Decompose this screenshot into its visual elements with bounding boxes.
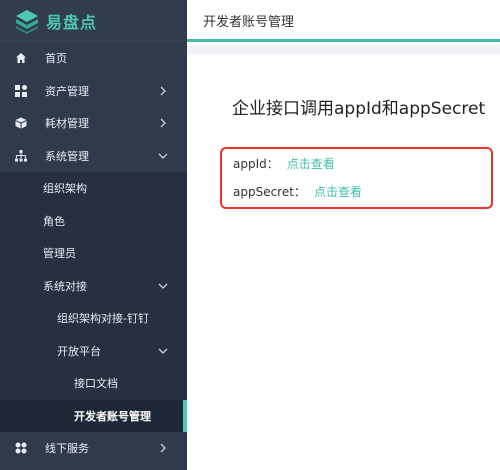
- sidebar-item-org-structure[interactable]: 组织架构: [0, 172, 187, 205]
- sidebar: 易盘点 首页 资产管理 耗材管理 系统管理 组织架构 角色 管理员 系统对接 组…: [0, 0, 187, 470]
- view-app-id-link[interactable]: 点击查看: [287, 157, 335, 171]
- logo-text: 易盘点: [46, 12, 98, 32]
- sidebar-item-offline-service[interactable]: 线下服务: [0, 432, 187, 465]
- credentials-box: appId： 点击查看 appSecret： 点击查看: [220, 147, 493, 209]
- sidebar-menu: 首页 资产管理 耗材管理 系统管理 组织架构 角色 管理员 系统对接 组织架构对…: [0, 42, 187, 465]
- app-id-row: appId： 点击查看: [233, 155, 335, 172]
- view-app-secret-link[interactable]: 点击查看: [314, 185, 362, 199]
- logo-icon: [16, 9, 38, 34]
- asset-grid-icon: [15, 84, 27, 97]
- chevron-right-icon: [160, 443, 166, 453]
- sidebar-item-assets[interactable]: 资产管理: [0, 75, 187, 108]
- service-icon: [15, 442, 27, 454]
- chevron-down-icon: [158, 283, 168, 289]
- app-secret-label: appSecret：: [233, 185, 306, 199]
- chevron-down-icon: [158, 348, 168, 354]
- sidebar-item-org-dingtalk[interactable]: 组织架构对接-钉钉: [0, 302, 187, 335]
- sidebar-item-label: 组织架构: [43, 182, 87, 196]
- top-header: 开发者账号管理: [187, 0, 500, 42]
- chevron-right-icon: [160, 118, 166, 128]
- sidebar-item-label: 首页: [45, 52, 67, 66]
- sidebar-item-label: 耗材管理: [45, 117, 89, 131]
- sidebar-item-label: 系统管理: [45, 149, 89, 163]
- sidebar-item-label: 开发者账号管理: [74, 409, 151, 423]
- sidebar-item-roles[interactable]: 角色: [0, 204, 187, 237]
- sidebar-item-developer-account[interactable]: 开发者账号管理: [0, 399, 187, 432]
- app-id-label: appId：: [233, 157, 279, 171]
- section-title: 企业接口调用appId和appSecret: [232, 99, 486, 119]
- sidebar-item-system[interactable]: 系统管理: [0, 140, 187, 173]
- sidebar-item-label: 角色: [43, 214, 65, 228]
- app-secret-row: appSecret： 点击查看: [233, 183, 362, 200]
- sidebar-item-label: 接口文档: [74, 377, 118, 391]
- logo[interactable]: 易盘点: [0, 0, 187, 42]
- sidebar-item-admins[interactable]: 管理员: [0, 237, 187, 270]
- sidebar-item-open-platform[interactable]: 开放平台: [0, 334, 187, 367]
- sidebar-item-label: 系统对接: [43, 279, 87, 293]
- sidebar-item-consumables[interactable]: 耗材管理: [0, 107, 187, 140]
- header-divider: [187, 45, 500, 54]
- page-title: 开发者账号管理: [203, 15, 295, 30]
- org-tree-icon: [15, 149, 27, 162]
- chevron-right-icon: [160, 86, 166, 96]
- box-icon: [15, 117, 27, 129]
- sidebar-item-label: 开放平台: [57, 344, 101, 358]
- chevron-down-icon: [158, 153, 168, 159]
- main-content: 企业接口调用appId和appSecret appId： 点击查看 appSecr…: [187, 54, 500, 470]
- sidebar-item-label: 管理员: [43, 247, 76, 261]
- home-icon: [15, 52, 27, 64]
- sidebar-item-integration[interactable]: 系统对接: [0, 269, 187, 302]
- sidebar-item-label: 线下服务: [45, 442, 89, 456]
- sidebar-item-home[interactable]: 首页: [0, 42, 187, 75]
- sidebar-item-api-docs[interactable]: 接口文档: [0, 367, 187, 400]
- sidebar-item-label: 组织架构对接-钉钉: [57, 312, 149, 326]
- sidebar-item-label: 资产管理: [45, 84, 89, 98]
